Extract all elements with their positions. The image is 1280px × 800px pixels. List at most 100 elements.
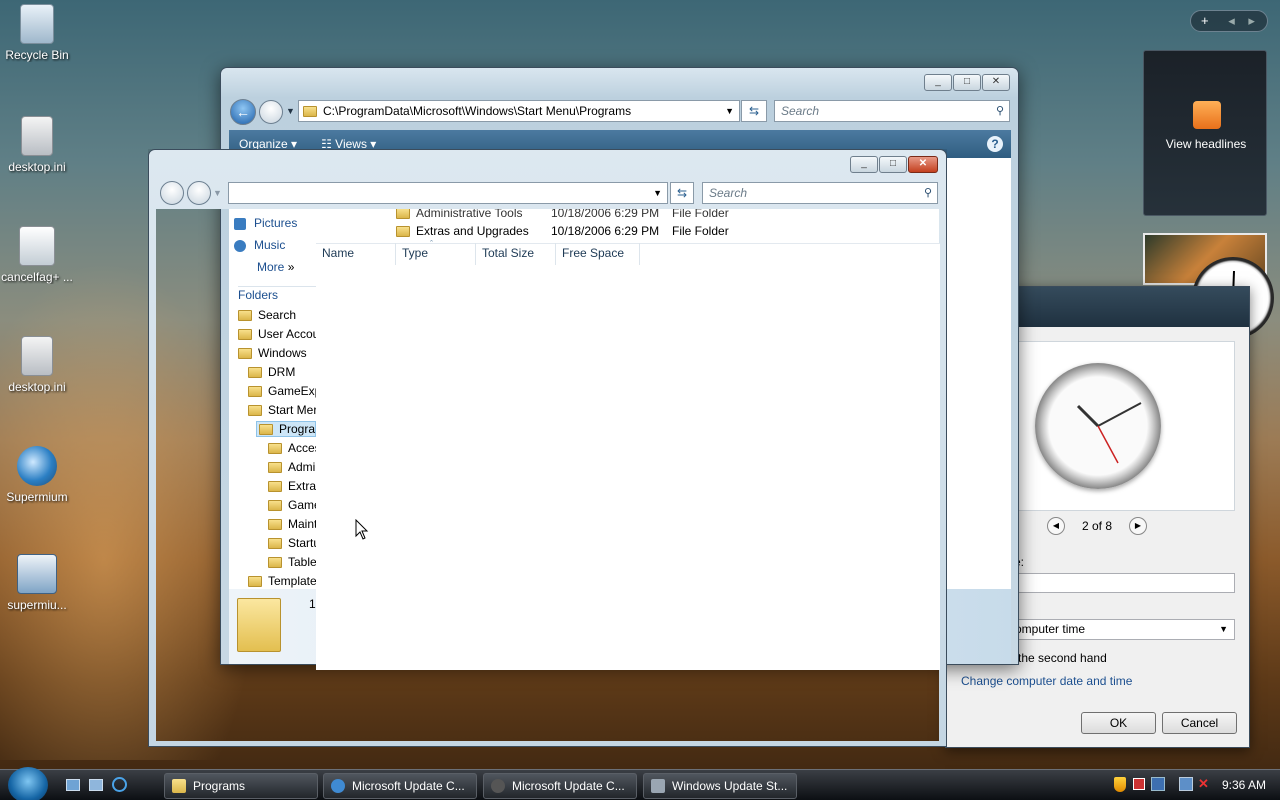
search-icon: ⚲ [995,105,1004,117]
next-icon[interactable]: ▸ [1248,13,1255,28]
settings-file-icon [19,226,55,266]
views-menu[interactable]: ☷ Views ▾ [321,137,376,151]
clock-pager: 2 of 8 [1081,519,1113,533]
previous-clock-button[interactable]: ◀ [1047,517,1065,535]
second-hand-checkbox-label[interactable]: the second hand [1018,651,1107,665]
connection-icon[interactable] [1179,777,1193,791]
tree-item-drm[interactable]: DRM [248,365,316,379]
recycle-bin-desktop-icon[interactable]: Recycle Bin [1,4,73,62]
address-bar[interactable]: C:\ProgramData\Microsoft\Windows\Start M… [298,100,740,122]
folder-icon [268,519,282,531]
tree-item-start-menu[interactable]: Start Mer [248,403,316,417]
forward-button[interactable] [187,181,211,205]
folder-icon [172,779,186,793]
folder-icon [248,367,262,379]
close-button[interactable]: ✕ [982,74,1010,91]
rss-gadget[interactable]: View headlines [1143,50,1267,216]
show-desktop-icon[interactable] [66,779,80,791]
window-caption-buttons: _ □ ✕ [924,74,1010,91]
cancelfag-desktop-icon[interactable]: cancelfag+ ... [1,226,73,284]
column-header-name[interactable]: Name [316,243,396,265]
tree-item-search[interactable]: Search [238,308,316,322]
views-icon: ☷ [321,137,336,151]
back-button[interactable] [160,181,184,205]
internet-explorer-icon[interactable] [112,777,127,792]
volume-muted-icon[interactable]: ✕ [1198,776,1209,792]
sidebar-controls[interactable]: + ◂ ▸ [1190,10,1268,32]
tree-item-windows[interactable]: Windows [238,346,316,360]
folder-icon [396,208,410,220]
ok-button[interactable]: OK [1081,712,1156,734]
security-shield-icon[interactable] [1114,777,1126,792]
minimize-button[interactable]: _ [924,74,952,91]
tree-item-accessories[interactable]: Acces [268,441,316,455]
browser-icon [331,779,345,793]
organize-menu[interactable]: Organize ▾ [239,137,297,151]
timezone-value: omputer time [1015,622,1086,636]
mouse-cursor-icon [355,519,369,540]
folder-icon [248,576,262,588]
next-clock-button[interactable]: ▶ [1129,517,1147,535]
chevron-down-icon[interactable]: ▼ [725,106,734,116]
favorite-more[interactable]: More » [257,260,294,274]
tree-item-user-accounts[interactable]: User Accou [238,327,316,341]
address-text: C:\ProgramData\Microsoft\Windows\Start M… [323,104,632,118]
folder-icon [248,386,262,398]
language-icon[interactable] [1133,778,1145,790]
taskbar-button-programs[interactable]: Programs [164,773,318,799]
clock-preview-icon [1035,363,1161,489]
add-gadget-icon[interactable]: + [1201,13,1209,28]
settings-file-icon [21,336,53,376]
back-button[interactable]: ← [230,99,256,125]
network-icon[interactable] [1151,777,1165,791]
file-row[interactable]: Administrative Tools 10/18/2006 6:29 PM Fi… [396,206,941,220]
folders-header[interactable]: Folders [238,286,316,302]
tree-item-tablet[interactable]: Table [268,555,316,569]
favorite-music[interactable]: Music [234,238,285,252]
previous-icon[interactable]: ◂ [1228,13,1235,28]
tree-item-programs[interactable]: Prograr [256,421,316,437]
cancel-button[interactable]: Cancel [1162,712,1237,734]
search-input[interactable]: Search ⚲ [774,100,1010,122]
view-headlines-label[interactable]: View headlines [1144,137,1268,151]
recent-pages-icon[interactable]: ▼ [286,106,295,116]
tree-item-gameexplorer[interactable]: GameExp [248,384,316,398]
maximize-button[interactable]: □ [953,74,981,91]
forward-button[interactable] [259,100,283,124]
chevron-right-icon: » [287,260,295,274]
supermium-desktop-icon[interactable]: Supermium [1,446,73,504]
tree-item-extras[interactable]: Extras [268,479,316,493]
file-row[interactable]: Extras and Upgrades 10/18/2006 6:29 PM Fil… [396,224,941,238]
pictures-icon [234,217,246,230]
tree-item-administrative[interactable]: Admi [268,460,316,474]
taskbar-button-ms-update-1[interactable]: Microsoft Update C... [323,773,477,799]
taskbar: Programs Microsoft Update C... Microsoft… [0,767,1280,800]
folder-icon [303,105,317,117]
start-button[interactable] [8,767,48,800]
tree-item-startup[interactable]: Startu [268,536,316,550]
clock-name-input[interactable] [1010,573,1235,593]
taskbar-button-ms-update-2[interactable]: Microsoft Update C... [483,773,637,799]
installer-icon [17,554,57,594]
folder-icon [238,329,252,341]
tree-item-templates[interactable]: Template [248,574,316,588]
music-icon [234,239,246,252]
tree-item-games[interactable]: Game [268,498,316,512]
refresh-button[interactable]: ⇆ [741,100,767,122]
sort-ascending-icon: ˆ [430,239,433,249]
switch-windows-icon[interactable] [89,779,103,791]
timezone-select[interactable]: omputer time ▼ [1010,619,1235,640]
help-icon[interactable]: ? [987,136,1003,152]
taskbar-button-windows-update[interactable]: Windows Update St... [643,773,797,799]
column-header-free-space[interactable]: Free Space [556,243,640,265]
tree-item-maintenance[interactable]: Maint [268,517,316,531]
column-header-type[interactable]: Type [396,243,476,265]
column-header-total-size[interactable]: Total Size [476,243,556,265]
change-date-time-link[interactable]: Change computer date and time [961,674,1132,688]
clock-time[interactable]: 9:36 AM [1222,778,1266,792]
desktop-ini-icon[interactable]: desktop.ini [1,116,73,174]
favorite-pictures[interactable]: Pictures [234,216,297,230]
desktop-ini-icon-2[interactable]: desktop.ini [1,336,73,394]
large-folder-icon [237,598,281,652]
supermium-installer-desktop-icon[interactable]: supermiu... [1,554,73,612]
